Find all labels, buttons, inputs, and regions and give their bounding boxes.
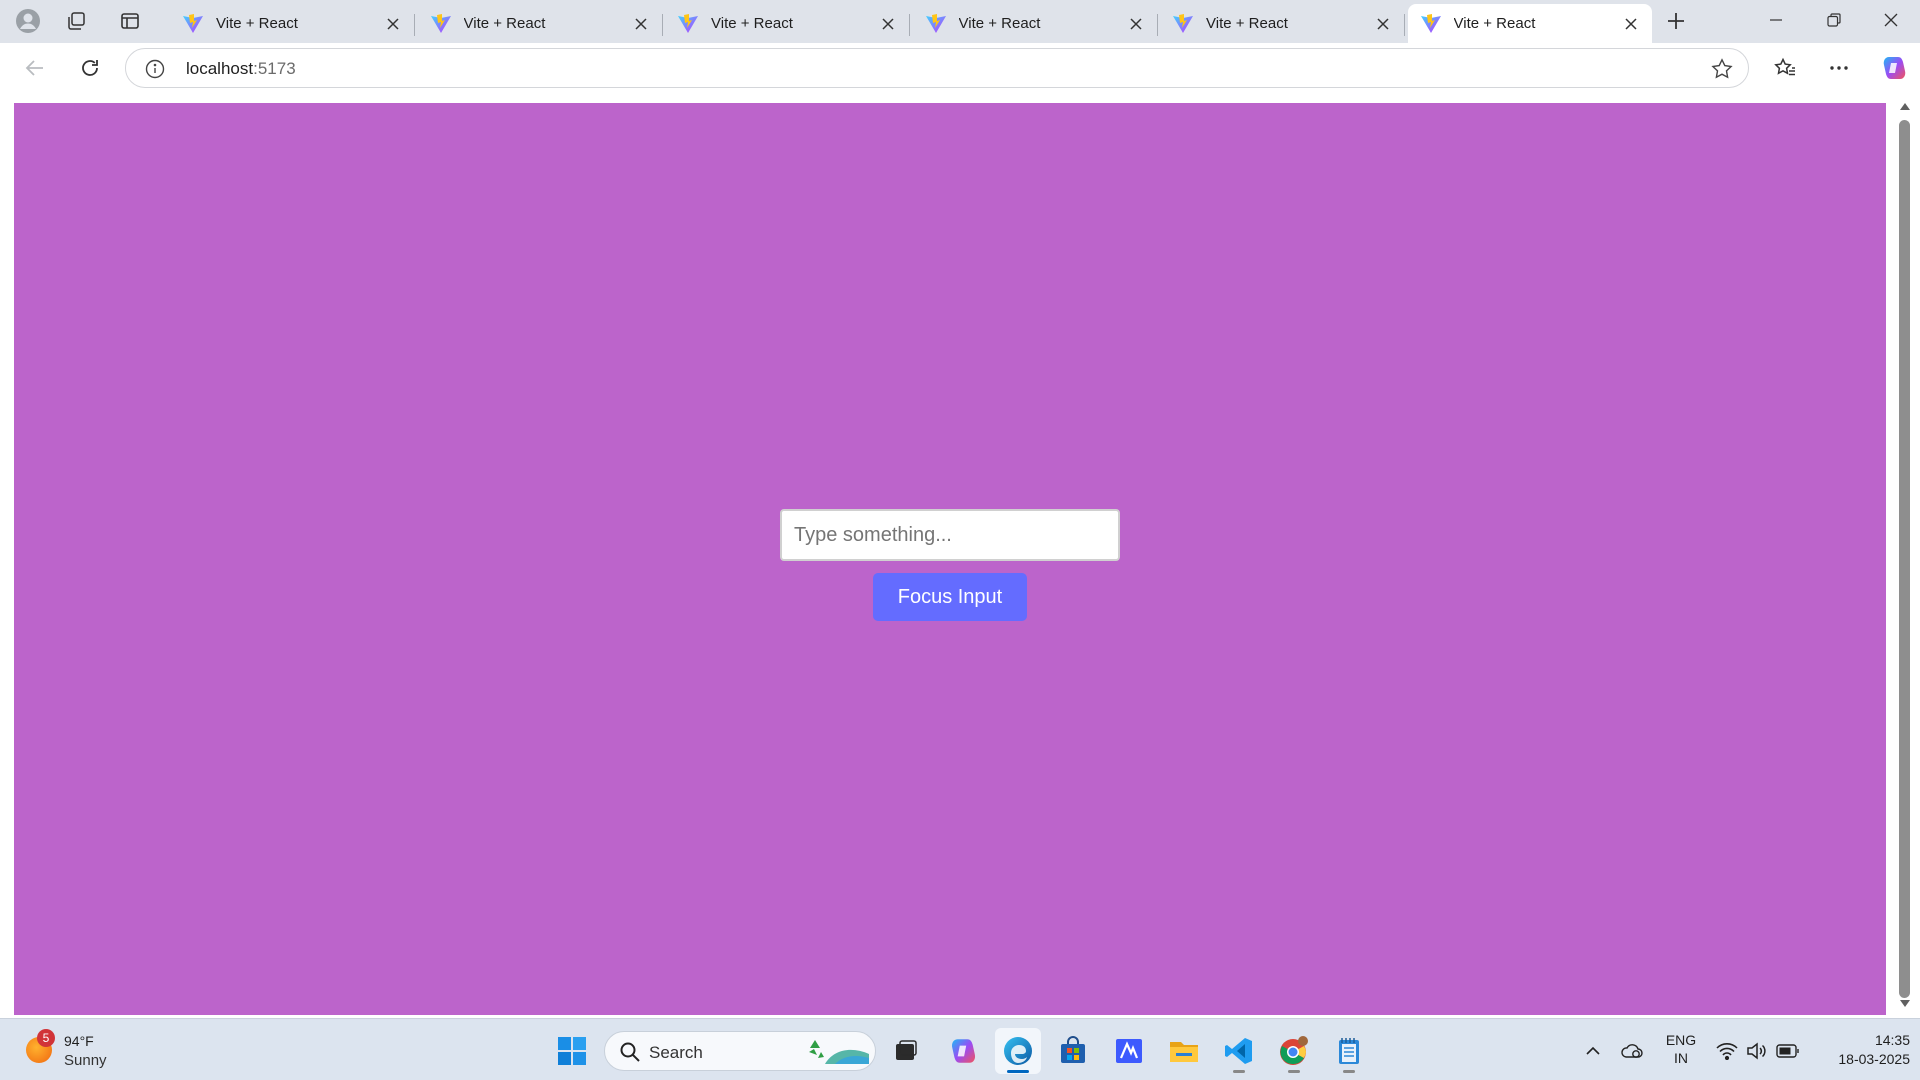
microsoft-store-icon[interactable] xyxy=(1050,1028,1096,1074)
edge-browser-icon[interactable] xyxy=(995,1028,1041,1074)
close-tab-icon[interactable] xyxy=(382,13,404,35)
tab-title: Vite + React xyxy=(463,15,546,32)
close-tab-icon[interactable] xyxy=(877,13,899,35)
vite-favicon-icon xyxy=(678,13,698,33)
taskbar-search[interactable]: Search xyxy=(604,1031,876,1071)
clock-date: 18-03-2025 xyxy=(1838,1051,1910,1067)
tab-separator xyxy=(661,14,663,36)
region-code: IN xyxy=(1674,1050,1688,1066)
show-hidden-icons-chevron-icon[interactable] xyxy=(1580,1031,1606,1071)
wifi-icon[interactable] xyxy=(1714,1031,1740,1071)
tab-separator xyxy=(1404,14,1405,36)
task-view-icon[interactable] xyxy=(883,1028,929,1074)
chrome-icon[interactable] xyxy=(1271,1028,1317,1074)
address-bar[interactable]: localhost:5173 xyxy=(125,48,1749,88)
system-clock[interactable]: 14:35 18-03-2025 xyxy=(1810,1031,1910,1069)
focus-input-button[interactable]: Focus Input xyxy=(873,573,1027,621)
vite-favicon-icon xyxy=(925,13,946,33)
close-tab-icon[interactable] xyxy=(1125,13,1147,35)
vite-favicon-icon xyxy=(1173,13,1193,33)
settings-more-icon[interactable] xyxy=(1819,48,1859,88)
back-button[interactable] xyxy=(15,48,55,88)
screen: Vite + React Vite + React Vite + React Vite… xyxy=(0,0,1920,1080)
browser-toolbar: localhost:5173 xyxy=(0,43,1920,93)
search-label: Search xyxy=(649,1043,703,1062)
input-language-indicator[interactable]: ENG IN xyxy=(1656,1031,1706,1067)
running-indicator xyxy=(1233,1070,1245,1073)
minimize-button[interactable] xyxy=(1747,0,1805,40)
restore-button[interactable] xyxy=(1805,0,1863,40)
file-explorer-icon[interactable] xyxy=(1161,1028,1207,1074)
workspaces-icon[interactable] xyxy=(56,4,96,38)
profile-icon[interactable] xyxy=(8,4,48,38)
tab-separator xyxy=(1156,14,1158,36)
copilot-app-icon[interactable] xyxy=(940,1028,986,1074)
vite-favicon-icon xyxy=(1420,13,1441,33)
search-highlight-icon xyxy=(809,1040,869,1064)
clock-time: 14:35 xyxy=(1874,1032,1910,1048)
onedrive-sync-icon[interactable] xyxy=(1618,1031,1646,1071)
close-tab-icon[interactable] xyxy=(630,13,652,35)
scroll-down-arrow-icon[interactable] xyxy=(1899,998,1911,1008)
tab-title: Vite + React xyxy=(216,15,298,32)
close-tab-icon[interactable] xyxy=(1620,13,1642,35)
browser-tab[interactable]: Vite + React xyxy=(1407,4,1652,43)
running-indicator xyxy=(1343,1070,1355,1073)
site-info-icon[interactable] xyxy=(144,58,166,80)
search-icon xyxy=(620,1042,640,1062)
reload-button[interactable] xyxy=(70,48,110,88)
windows-taskbar: 5 94°F Sunny Search ENG IN 14:35 18-03-2… xyxy=(0,1018,1920,1080)
close-tab-icon[interactable] xyxy=(1372,13,1394,35)
tab-separator xyxy=(909,14,910,36)
browser-tab[interactable]: Vite + React xyxy=(1160,4,1405,43)
browser-tab[interactable]: Vite + React xyxy=(418,4,663,43)
start-button[interactable] xyxy=(549,1028,595,1074)
tab-title: Vite + React xyxy=(1453,15,1536,32)
vite-favicon-icon xyxy=(183,13,203,33)
vscode-insiders-icon[interactable] xyxy=(1106,1028,1152,1074)
active-indicator xyxy=(1007,1070,1029,1073)
favorite-star-icon[interactable] xyxy=(1710,57,1734,81)
windows-logo-icon xyxy=(558,1037,586,1065)
close-window-button[interactable] xyxy=(1862,0,1920,40)
volume-icon[interactable] xyxy=(1744,1031,1770,1071)
browser-tab[interactable]: Vite + React xyxy=(665,4,910,43)
vertical-tabs-icon[interactable] xyxy=(110,4,150,38)
vscode-icon[interactable] xyxy=(1216,1028,1262,1074)
scrollbar-thumb[interactable] xyxy=(1899,120,1910,998)
weather-widget[interactable]: 5 94°F Sunny xyxy=(22,1029,142,1073)
tab-title: Vite + React xyxy=(958,15,1041,32)
new-tab-button[interactable] xyxy=(1654,4,1698,38)
notification-badge: 5 xyxy=(37,1029,55,1047)
battery-icon[interactable] xyxy=(1774,1031,1802,1071)
favorites-icon[interactable] xyxy=(1765,48,1805,88)
page-scrollbar[interactable] xyxy=(1890,93,1920,1018)
browser-tab[interactable]: Vite + React xyxy=(170,4,415,43)
text-input[interactable] xyxy=(780,509,1120,561)
address-url: localhost:5173 xyxy=(186,59,296,78)
language-code: ENG xyxy=(1665,1032,1697,1048)
tab-title: Vite + React xyxy=(1206,15,1288,32)
weather-temperature: 94°F xyxy=(64,1033,94,1049)
scroll-up-arrow-icon[interactable] xyxy=(1899,102,1911,112)
browser-tab[interactable]: Vite + React xyxy=(913,4,1158,43)
browser-viewport: Focus Input xyxy=(0,93,1920,1018)
app-root: Focus Input xyxy=(14,103,1886,1015)
running-indicator xyxy=(1288,1070,1300,1073)
tab-title: Vite + React xyxy=(711,15,793,32)
notepad-icon[interactable] xyxy=(1326,1028,1372,1074)
browser-tab-strip: Vite + React Vite + React Vite + React Vite… xyxy=(0,0,1920,43)
vite-favicon-icon xyxy=(430,13,451,33)
weather-condition: Sunny xyxy=(64,1052,107,1069)
tab-separator xyxy=(414,14,415,36)
copilot-icon[interactable] xyxy=(1874,48,1914,88)
